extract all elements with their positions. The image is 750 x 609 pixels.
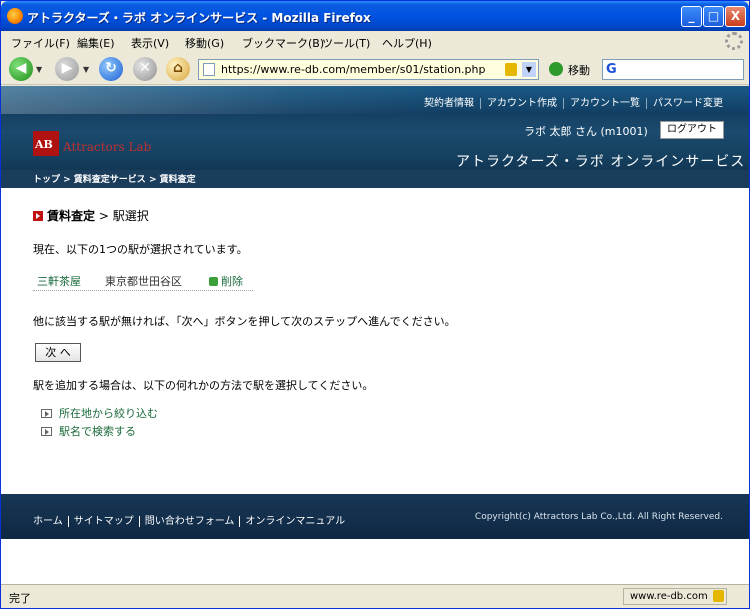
footer-link-manual[interactable]: オンラインマニュアル <box>239 516 351 527</box>
back-button[interactable]: ◀ <box>9 57 33 81</box>
page-title-bold: 賃料査定 <box>47 209 96 223</box>
close-button[interactable]: X <box>725 6 746 27</box>
add-station-message: 駅を追加する場合は、以下の何れかの方法で駅を選択してください。 <box>33 379 374 392</box>
user-name: ラボ 太郎 さん (m1001) <box>524 125 648 138</box>
next-step-message: 他に該当する駅が無ければ、「次へ」ボタンを押して次のステップへ進んでください。 <box>33 315 456 328</box>
status-domain: www.re-db.com <box>623 588 727 605</box>
filter-by-location-link[interactable]: 所在地から絞り込む <box>41 405 158 423</box>
logout-button[interactable]: ログアウト <box>660 121 724 139</box>
status-lock-icon[interactable] <box>713 590 724 602</box>
next-button[interactable]: 次 へ <box>35 343 81 362</box>
service-title: アトラクターズ・ラボ オンラインサービス <box>456 154 746 170</box>
status-text: 完了 <box>9 592 31 605</box>
heading-marker-icon <box>33 211 43 221</box>
search-by-station-link[interactable]: 駅名で検索する <box>41 423 158 441</box>
logo-icon[interactable] <box>33 131 59 156</box>
account-links: 契約者情報 アカウント作成 アカウント一覧 パスワード変更 <box>418 94 729 109</box>
reload-button[interactable]: ↻ <box>99 57 123 81</box>
forward-dropdown-icon[interactable]: ▼ <box>83 65 89 74</box>
home-button[interactable]: ⌂ <box>166 57 190 81</box>
page-title: 賃料査定 > 駅選択 <box>33 207 149 224</box>
url-text[interactable]: https://www.re-db.com/member/s01/station… <box>221 63 485 76</box>
menu-view[interactable]: 表示(V) <box>131 35 169 51</box>
minimize-button[interactable]: _ <box>681 6 702 27</box>
station-row: 三軒茶屋 東京都世田谷区 削除 <box>33 269 253 291</box>
menu-tools[interactable]: ツール(T) <box>322 35 370 51</box>
menu-bar: ファイル(F) 編集(E) 表示(V) 移動(G) ブックマーク(B) ツール(… <box>1 31 749 52</box>
title-bar: アトラクターズ・ラボ オンラインサービス - Mozilla Firefox _… <box>1 1 749 31</box>
go-icon[interactable] <box>549 62 563 76</box>
url-dropdown-icon[interactable]: ▼ <box>522 62 536 77</box>
url-bar[interactable]: https://www.re-db.com/member/s01/station… <box>198 59 539 80</box>
footer-link-home[interactable]: ホーム <box>33 516 68 527</box>
site-header: 契約者情報アカウント作成アカウント一覧パスワード変更 Attractors La… <box>1 86 749 188</box>
delete-label[interactable]: 削除 <box>221 275 243 288</box>
page-content: 契約者情報アカウント作成アカウント一覧パスワード変更 Attractors La… <box>1 86 749 584</box>
breadcrumb-text[interactable]: トップ > 賃料査定サービス > 賃料査定 <box>33 172 196 185</box>
menu-bookmarks[interactable]: ブックマーク(B) <box>242 35 324 51</box>
page-title-rest: > 駅選択 <box>95 209 149 223</box>
page-icon <box>203 63 215 76</box>
go-button[interactable]: 移動 <box>568 62 590 78</box>
delete-station-link[interactable]: 削除 <box>209 273 243 289</box>
menu-file[interactable]: ファイル(F) <box>11 35 70 51</box>
station-select-links: 所在地から絞り込む 駅名で検索する <box>41 405 158 441</box>
search-by-station-label[interactable]: 駅名で検索する <box>59 425 136 438</box>
footer-links: ホーム サイトマップ 問い合わせフォーム オンラインマニュアル <box>33 512 351 527</box>
window-title: アトラクターズ・ラボ オンラインサービス - Mozilla Firefox <box>27 11 371 25</box>
logo-text[interactable]: Attractors Lab <box>63 140 151 154</box>
station-area: 東京都世田谷区 <box>105 275 182 288</box>
maximize-button[interactable]: □ <box>703 6 724 27</box>
link-change-password[interactable]: パスワード変更 <box>646 98 729 109</box>
selected-stations-message: 現在、以下の1つの駅が選択されています。 <box>33 243 248 256</box>
station-name: 三軒茶屋 <box>37 275 81 288</box>
stop-button[interactable]: ✕ <box>133 57 157 81</box>
delete-icon <box>209 277 218 286</box>
arrow-icon <box>41 409 52 418</box>
forward-button[interactable]: ▶ <box>55 57 79 81</box>
browser-window: アトラクターズ・ラボ オンラインサービス - Mozilla Firefox _… <box>0 0 750 609</box>
lock-icon <box>505 63 517 76</box>
menu-edit[interactable]: 編集(E) <box>77 35 115 51</box>
google-search-icon: G <box>606 62 617 77</box>
throbber-icon <box>725 32 743 50</box>
copyright: Copyright(c) Attractors Lab Co.,Ltd. All… <box>474 512 723 522</box>
search-input[interactable]: G <box>602 59 744 80</box>
link-create-account[interactable]: アカウント作成 <box>480 98 563 109</box>
footer-link-sitemap[interactable]: サイトマップ <box>67 516 139 527</box>
status-bar: 完了 www.re-db.com <box>1 584 749 608</box>
filter-by-location-label[interactable]: 所在地から絞り込む <box>59 407 158 420</box>
menu-help[interactable]: ヘルプ(H) <box>382 35 432 51</box>
link-account-list[interactable]: アカウント一覧 <box>563 98 646 109</box>
breadcrumb: トップ > 賃料査定サービス > 賃料査定 <box>1 170 749 188</box>
arrow-icon <box>41 427 52 436</box>
site-footer: ホーム サイトマップ 問い合わせフォーム オンラインマニュアル Copyright(c… <box>1 494 749 539</box>
menu-go[interactable]: 移動(G) <box>185 35 224 51</box>
back-dropdown-icon[interactable]: ▼ <box>36 65 42 74</box>
footer-link-contact[interactable]: 問い合わせフォーム <box>138 516 240 527</box>
firefox-icon <box>7 8 23 24</box>
link-contract-info[interactable]: 契約者情報 <box>418 98 480 109</box>
